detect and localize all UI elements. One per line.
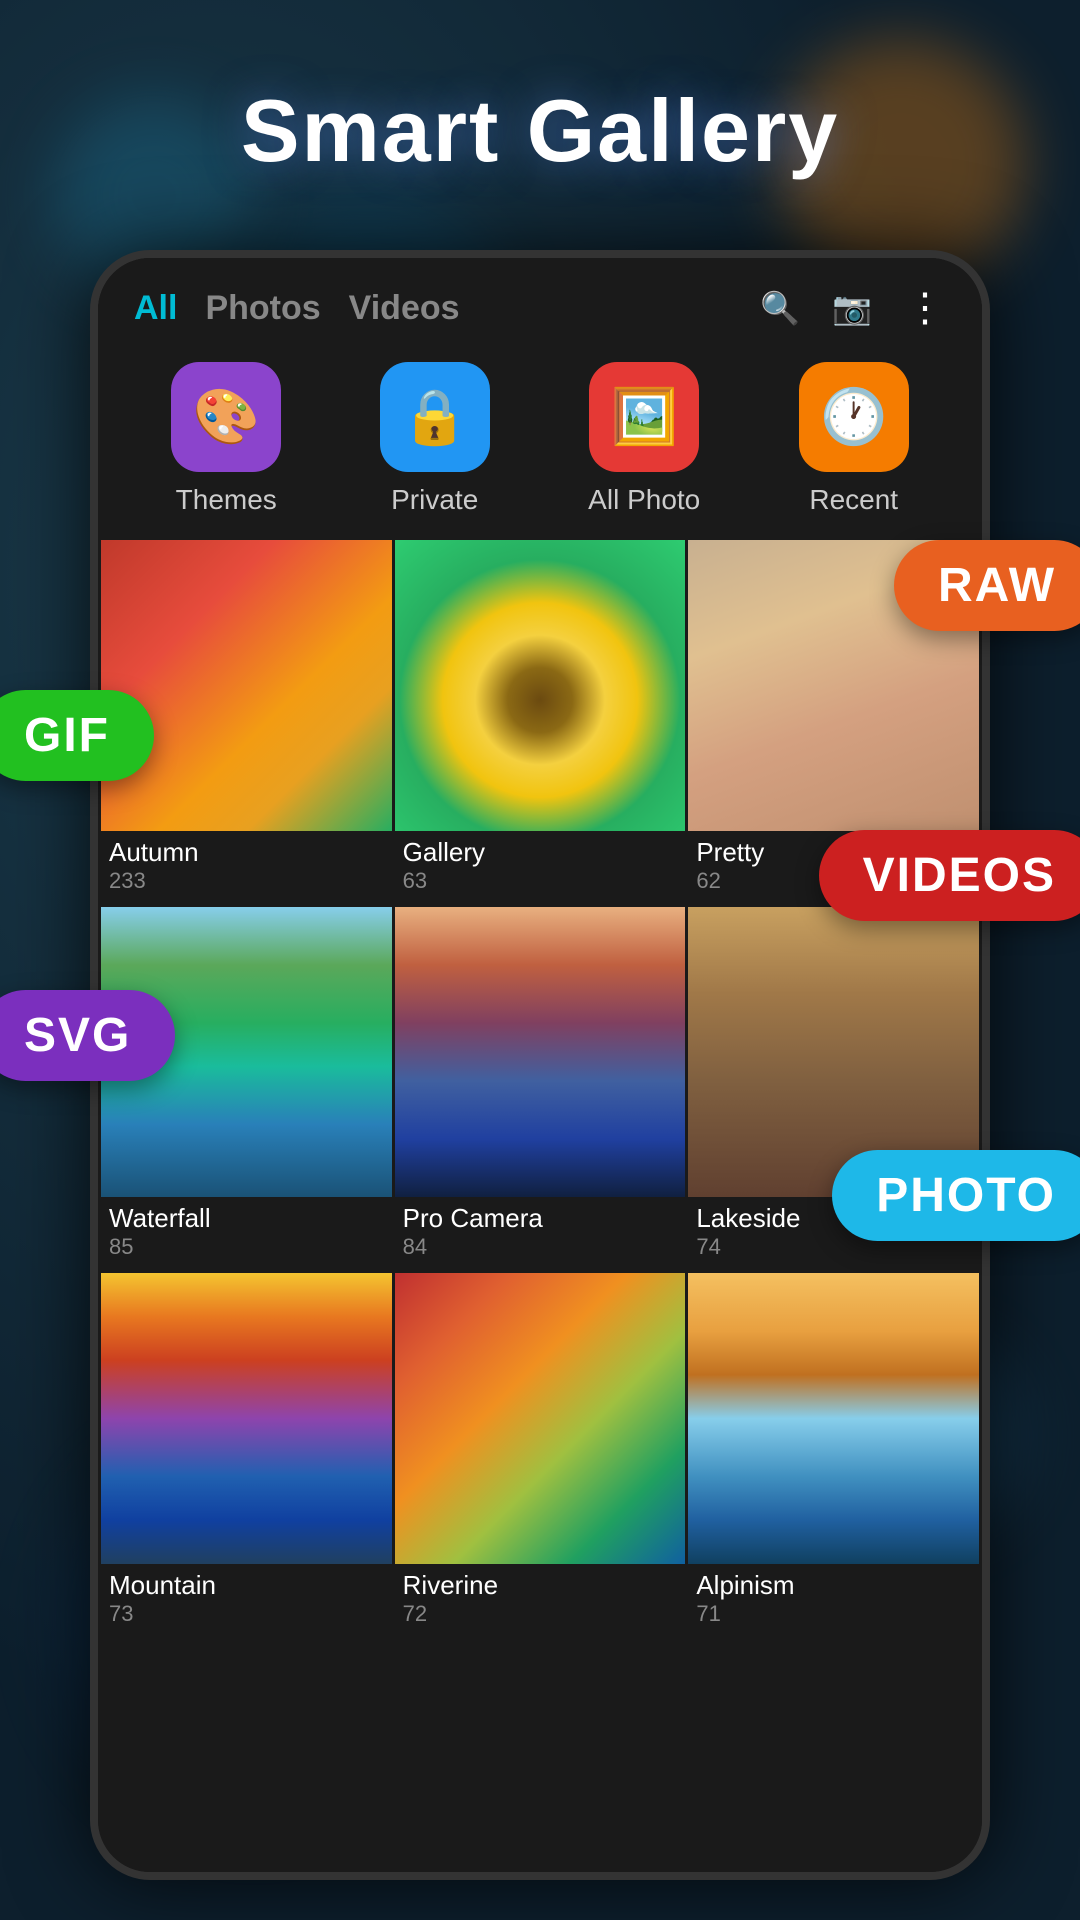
grid-count-riverine: 72 xyxy=(403,1601,678,1627)
grid-cell-alpinism[interactable]: Alpinism 71 xyxy=(688,1273,979,1637)
grid-item-riverine xyxy=(395,1273,686,1564)
grid-name-procamera: Pro Camera xyxy=(403,1203,678,1234)
qa-private[interactable]: 🔒 Private xyxy=(380,362,490,516)
grid-item-autumn xyxy=(101,540,392,831)
allphoto-icon-box: 🖼️ xyxy=(589,362,699,472)
grid-caption-procamera: Pro Camera 84 xyxy=(395,1197,686,1270)
grid-cell-mountain[interactable]: Mountain 73 xyxy=(101,1273,392,1637)
qa-recent[interactable]: 🕐 Recent xyxy=(799,362,909,516)
grid-name-alpinism: Alpinism xyxy=(696,1570,971,1601)
phone-screen: All Photos Videos 🔍 📷 ⋮ 🎨 Themes 🔒 xyxy=(98,258,982,1872)
grid-count-gallery: 63 xyxy=(403,868,678,894)
private-label: Private xyxy=(391,484,478,516)
tab-all[interactable]: All xyxy=(134,289,177,328)
quick-access-row: 🎨 Themes 🔒 Private 🖼️ All Photo 🕐 xyxy=(98,346,982,540)
tab-photos[interactable]: Photos xyxy=(205,289,320,328)
qa-allphoto[interactable]: 🖼️ All Photo xyxy=(588,362,700,516)
themes-label: Themes xyxy=(176,484,277,516)
nav-tabs: All Photos Videos xyxy=(134,289,758,328)
grid-item-mountain xyxy=(101,1273,392,1564)
grid-cell-riverine[interactable]: Riverine 72 xyxy=(395,1273,686,1637)
camera-icon[interactable]: 📷 xyxy=(830,286,874,330)
grid-count-autumn: 233 xyxy=(109,868,384,894)
grid-caption-autumn: Autumn 233 xyxy=(101,831,392,904)
grid-count-waterfall: 85 xyxy=(109,1234,384,1260)
grid-cell-waterfall[interactable]: Waterfall 85 xyxy=(101,907,392,1271)
nav-icons: 🔍 📷 ⋮ xyxy=(758,286,946,330)
more-icon[interactable]: ⋮ xyxy=(902,286,946,330)
grid-name-gallery: Gallery xyxy=(403,837,678,868)
recent-label: Recent xyxy=(809,484,898,516)
recent-icon-box: 🕐 xyxy=(799,362,909,472)
private-icon-box: 🔒 xyxy=(380,362,490,472)
grid-name-riverine: Riverine xyxy=(403,1570,678,1601)
badge-svg: SVG xyxy=(0,990,175,1081)
allphoto-icon: 🖼️ xyxy=(611,386,678,449)
app-title: Smart Gallery xyxy=(0,80,1080,182)
grid-cell-gallery[interactable]: Gallery 63 xyxy=(395,540,686,904)
grid-item-gallery xyxy=(395,540,686,831)
search-icon[interactable]: 🔍 xyxy=(758,286,802,330)
tab-videos[interactable]: Videos xyxy=(349,289,460,328)
private-icon: 🔒 xyxy=(401,386,468,449)
grid-count-mountain: 73 xyxy=(109,1601,384,1627)
grid-cell-procamera[interactable]: Pro Camera 84 xyxy=(395,907,686,1271)
grid-caption-alpinism: Alpinism 71 xyxy=(688,1564,979,1637)
nav-bar: All Photos Videos 🔍 📷 ⋮ xyxy=(98,258,982,346)
themes-icon: 🎨 xyxy=(193,386,260,449)
grid-caption-waterfall: Waterfall 85 xyxy=(101,1197,392,1270)
grid-item-procamera xyxy=(395,907,686,1198)
badge-gif: GIF xyxy=(0,690,154,781)
grid-caption-gallery: Gallery 63 xyxy=(395,831,686,904)
grid-count-procamera: 84 xyxy=(403,1234,678,1260)
grid-name-mountain: Mountain xyxy=(109,1570,384,1601)
recent-icon: 🕐 xyxy=(820,386,887,449)
phone-frame: All Photos Videos 🔍 📷 ⋮ 🎨 Themes 🔒 xyxy=(90,250,990,1880)
grid-name-waterfall: Waterfall xyxy=(109,1203,384,1234)
grid-caption-riverine: Riverine 72 xyxy=(395,1564,686,1637)
qa-themes[interactable]: 🎨 Themes xyxy=(171,362,281,516)
grid-name-autumn: Autumn xyxy=(109,837,384,868)
badge-photo: PHOTO xyxy=(832,1150,1080,1241)
themes-icon-box: 🎨 xyxy=(171,362,281,472)
badge-videos: VIDEOS xyxy=(819,830,1080,921)
allphoto-label: All Photo xyxy=(588,484,700,516)
photo-grid: Autumn 233 Gallery 63 Pretty xyxy=(98,540,982,1637)
grid-count-alpinism: 71 xyxy=(696,1601,971,1627)
grid-item-alpinism xyxy=(688,1273,979,1564)
grid-caption-mountain: Mountain 73 xyxy=(101,1564,392,1637)
badge-raw: RAW xyxy=(894,540,1080,631)
